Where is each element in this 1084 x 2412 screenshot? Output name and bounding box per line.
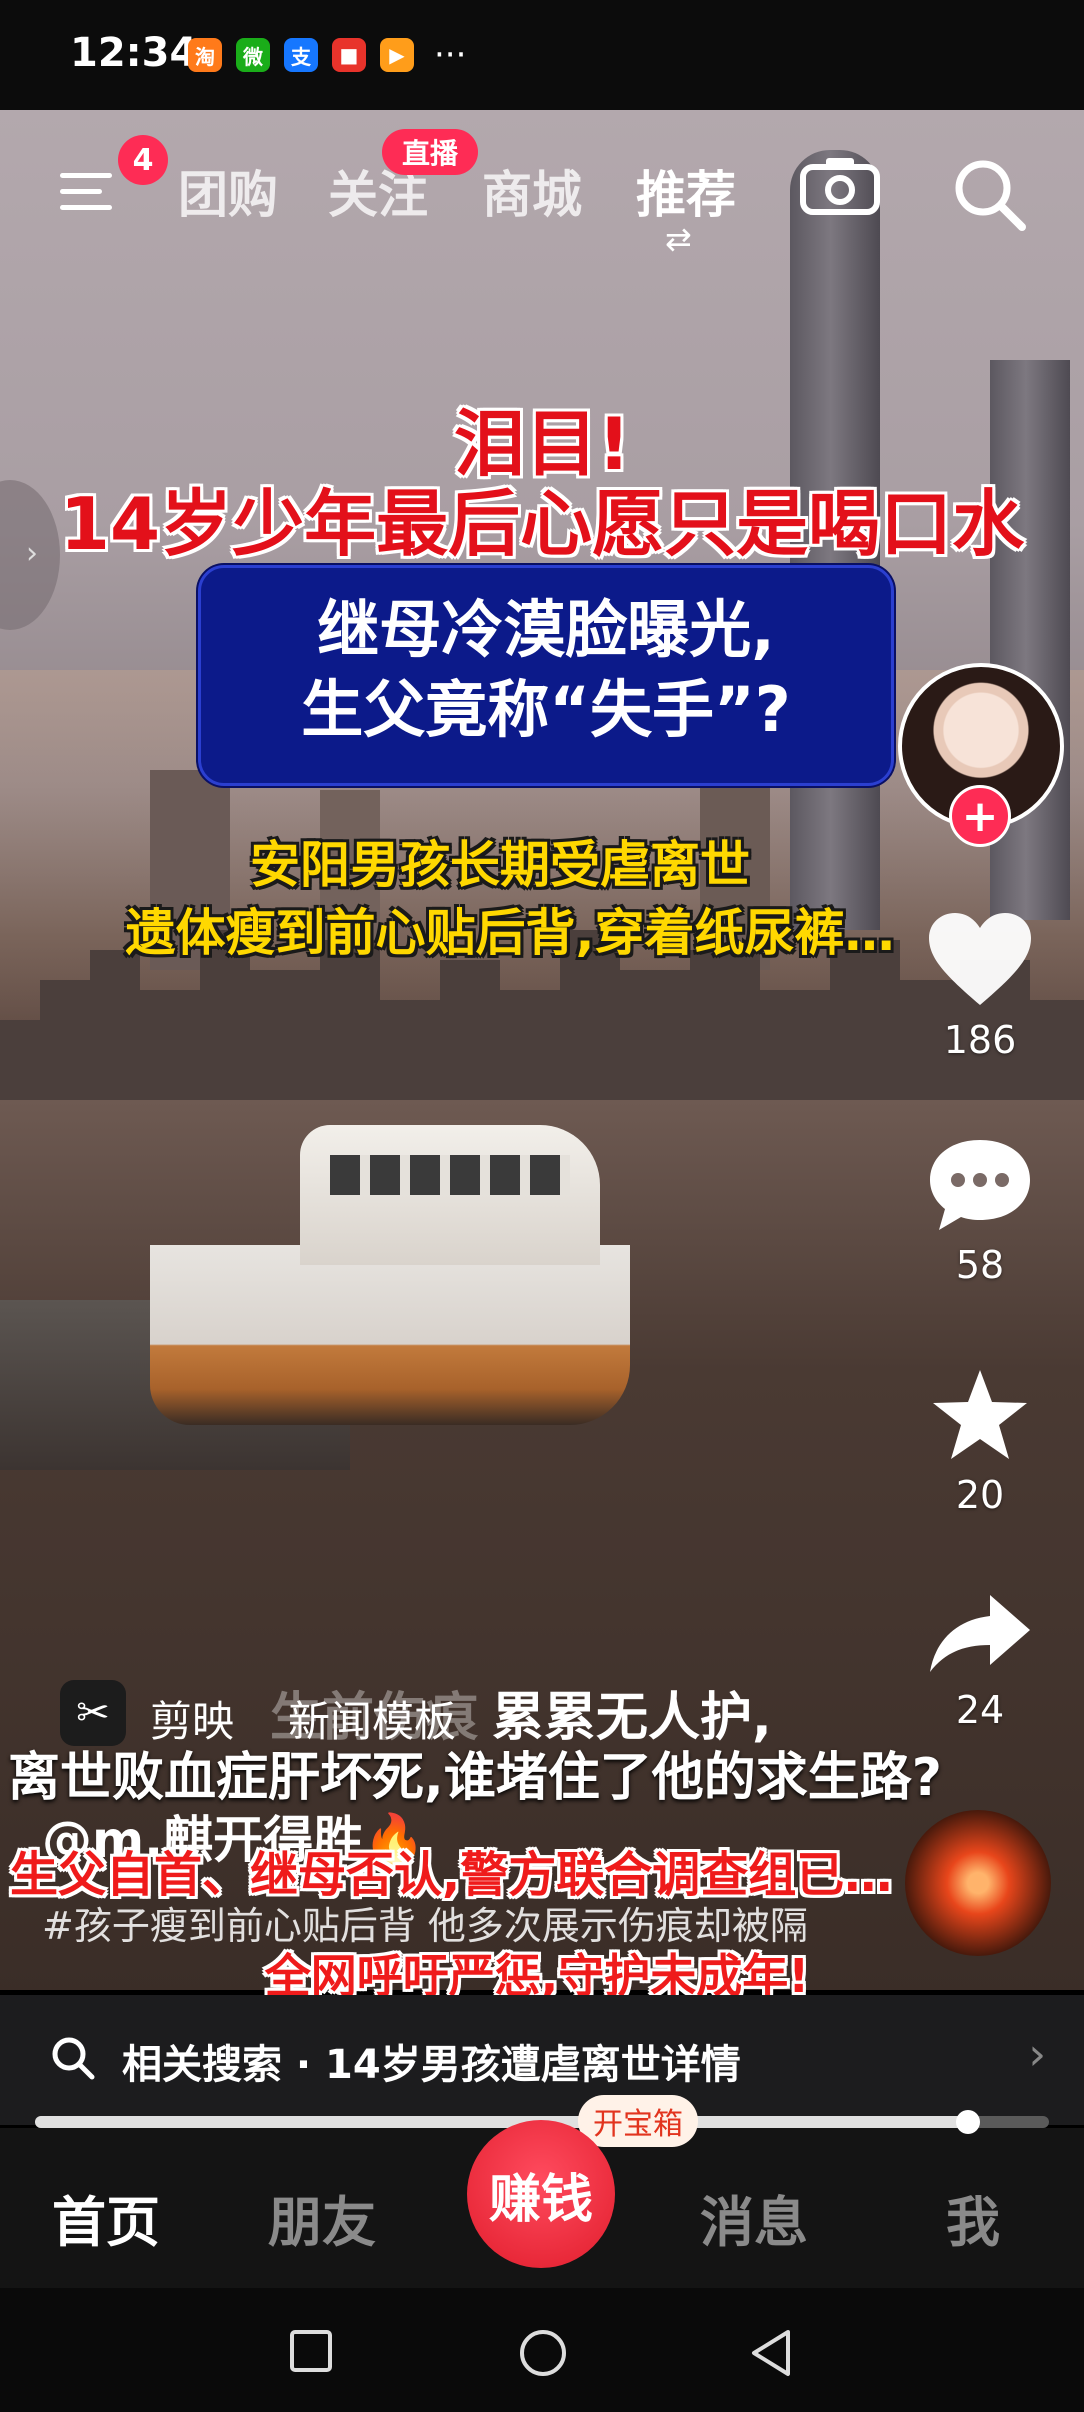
top-nav: 4 团购 关注 直播 商城 推荐 ⇄ [0, 129, 1084, 258]
live-badge: 直播 [382, 129, 478, 175]
wechat-icon: 微 [236, 38, 270, 72]
notification-icons: 淘 微 支 ■ ▶ ··· [188, 38, 466, 72]
favorite-count: 20 [955, 1473, 1005, 1517]
heart-icon [929, 913, 1031, 1005]
menu-badge: 4 [118, 135, 168, 185]
recents-icon[interactable] [288, 2328, 334, 2374]
treasure-chest-button[interactable]: 开宝箱 [578, 2095, 698, 2147]
tab-group-buy[interactable]: 团购 [178, 155, 278, 227]
headline-2: 14岁少年最后心愿只是喝口水 [59, 482, 1025, 566]
yellow-caption-2: 遗体瘦到前心贴后背,穿着纸尿裤… [125, 904, 895, 962]
share-icon [930, 1595, 1030, 1672]
progress-fill [35, 2116, 968, 2128]
shuffle-icon: ⇄ [665, 220, 692, 258]
favorite-action[interactable]: 20 [920, 1365, 1040, 1517]
more-notifications-icon: ··· [434, 35, 467, 75]
related-search-bar[interactable]: 相关搜索 · 14岁男孩遭虐离世详情 › [0, 1995, 1084, 2125]
follow-button[interactable]: + [949, 785, 1011, 847]
tab-messages[interactable]: 消息 [700, 2178, 808, 2257]
status-bar: 12:34 淘 微 支 ■ ▶ ··· [0, 0, 1084, 110]
home-icon[interactable] [518, 2328, 568, 2378]
share-count: 24 [955, 1688, 1005, 1732]
music-disc[interactable] [905, 1810, 1051, 1956]
tab-mall[interactable]: 商城 [482, 155, 582, 227]
subtitle-box: 继母冷漠脸曝光, 生父竟称“失手”? [198, 565, 894, 786]
comment-count: 58 [955, 1243, 1005, 1287]
menu-button[interactable] [60, 165, 120, 215]
related-search-text: 相关搜索 · 14岁男孩遭虐离世详情 [122, 2042, 741, 2088]
back-icon[interactable] [748, 2328, 794, 2378]
alipay-icon: 支 [284, 38, 318, 72]
star-icon [933, 1370, 1027, 1459]
video-icon: ▶ [380, 38, 414, 72]
message-icon: ■ [332, 38, 366, 72]
taobao-icon: 淘 [188, 38, 222, 72]
caption-line-2: 离世败血症肝坏死,谁堵住了他的求生路? [8, 1748, 942, 1808]
ferry-cabin [300, 1125, 600, 1265]
earn-button[interactable]: 赚钱 [467, 2120, 615, 2268]
search-icon[interactable] [950, 155, 1030, 235]
comment-action[interactable]: 58 [920, 1135, 1040, 1287]
search-icon [52, 2037, 95, 2080]
ferry-windows [330, 1155, 570, 1195]
box-line-1: 继母冷漠脸曝光, [317, 593, 775, 666]
like-count: 186 [943, 1018, 1017, 1062]
camera-icon[interactable] [800, 155, 880, 215]
tab-me[interactable]: 我 [946, 2178, 1000, 2257]
ferry [150, 1245, 630, 1425]
comment-icon [930, 1140, 1030, 1230]
box-line-2: 生父竟称“失手”? [301, 673, 791, 746]
chevron-right-icon: › [1028, 2029, 1046, 2080]
like-action[interactable]: 186 [920, 910, 1040, 1062]
yellow-caption-1: 安阳男孩长期受虐离世 [250, 836, 750, 894]
system-nav-bar [0, 2288, 1084, 2412]
tab-friends[interactable]: 朋友 [268, 2178, 376, 2257]
progress-knob[interactable] [955, 2110, 980, 2134]
tab-home[interactable]: 首页 [52, 2178, 160, 2257]
tab-recommended[interactable]: 推荐 [636, 155, 736, 227]
status-time: 12:34 [70, 30, 198, 76]
share-action[interactable]: 24 [920, 1590, 1040, 1732]
